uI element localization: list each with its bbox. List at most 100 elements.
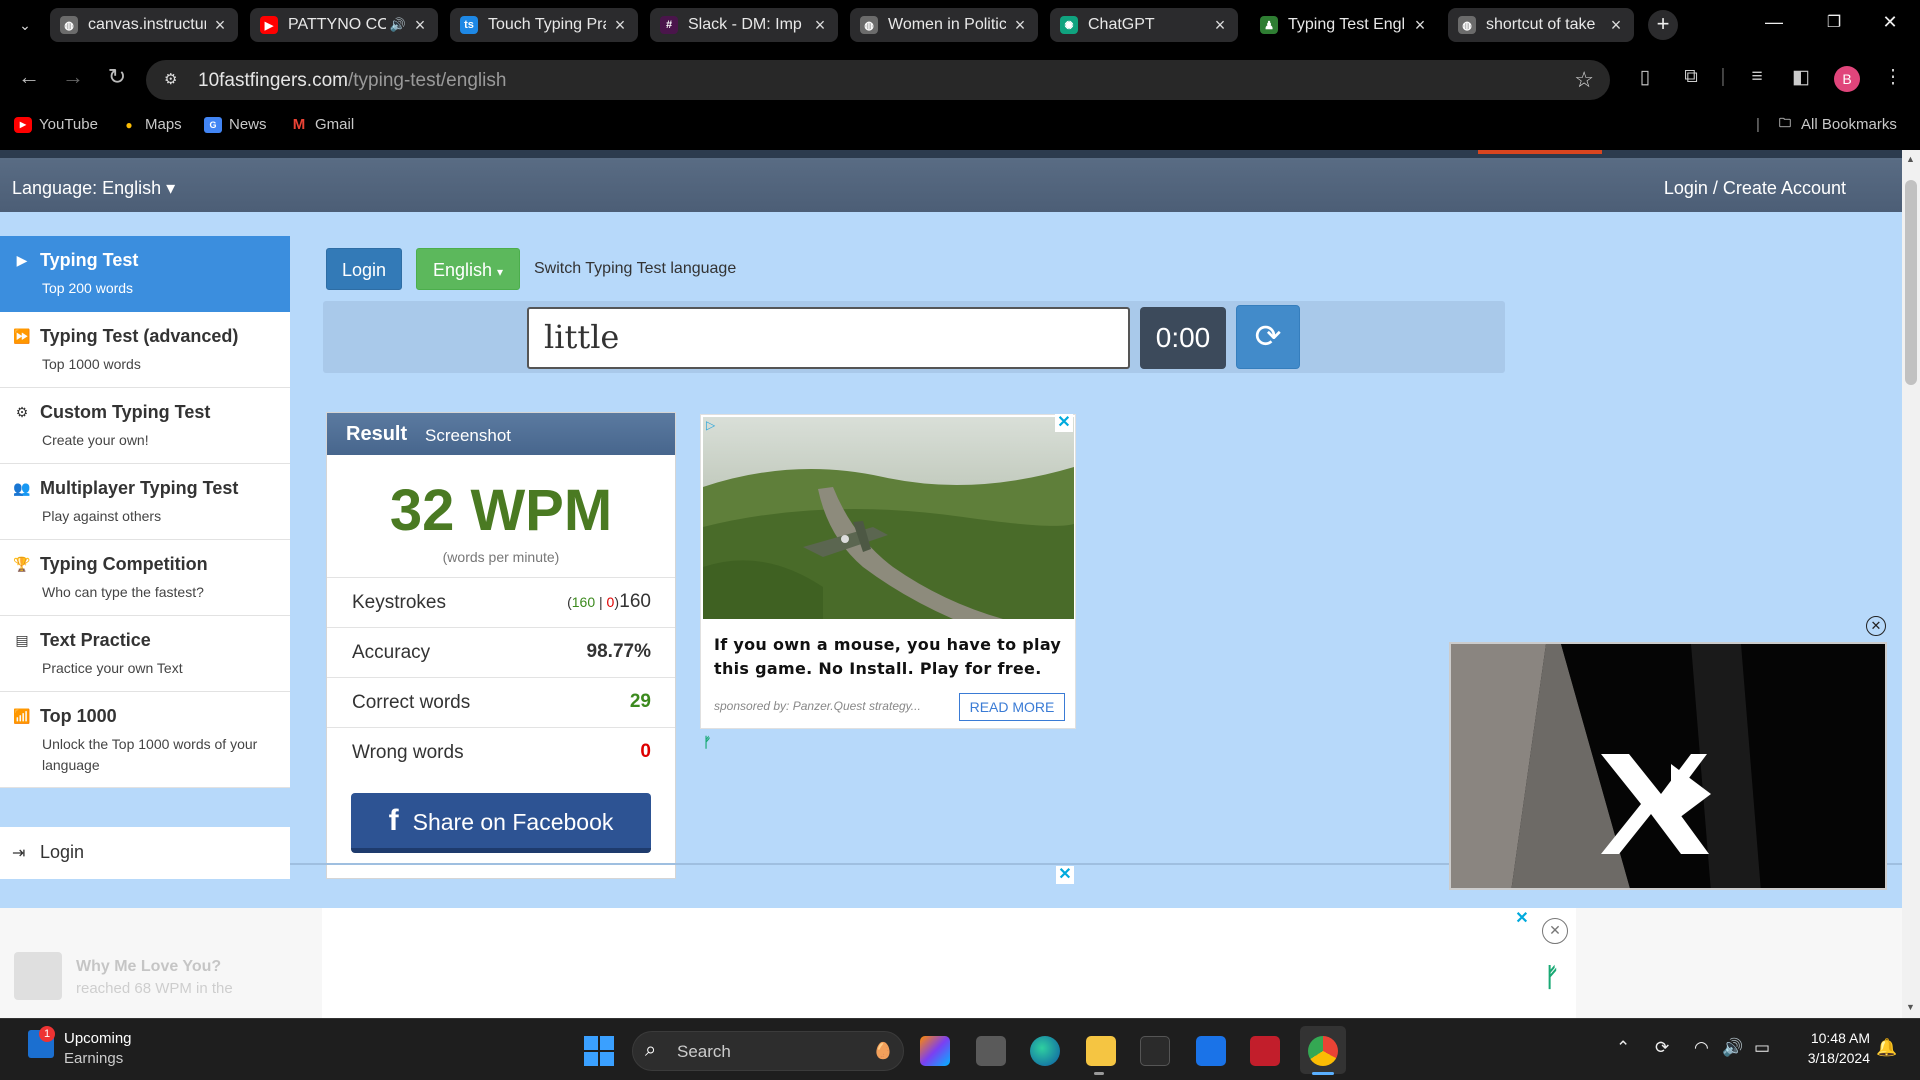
language-menu[interactable]: Language: English ▾ [12,178,175,199]
widgets-badge: 1 [39,1026,55,1042]
tab-close-icon[interactable]: × [1608,15,1624,36]
cogs-icon: ⚙ [15,404,29,420]
tab-close-icon[interactable]: × [1212,15,1228,36]
scroll-down-arrow-icon[interactable]: ▼ [1906,1002,1915,1012]
tab-close-icon[interactable]: × [812,15,828,36]
side-panel-icon[interactable]: ◧ [1788,66,1814,89]
menu-item[interactable]: ▤ Text Practice Practice your own Text [0,616,290,692]
tab-search-chevron-icon[interactable]: ⌄ [14,14,36,36]
users-icon: 👥 [13,480,31,496]
result-tab[interactable]: Result [346,423,407,446]
menu-item[interactable]: 📶 Top 1000 Unlock the Top 1000 words of yo… [0,692,290,788]
browser-tab[interactable]: ◍ shortcut of take × [1448,8,1634,42]
bottom-ad-close-icon[interactable]: ✕ [1513,910,1531,928]
result-header: Result Screenshot [327,413,675,455]
browser-tab[interactable]: ▶ PATTYNO CO 🔊 × [250,8,438,42]
browser-tab[interactable]: ◍ Women in Politic × [850,8,1038,42]
bookmark-maps[interactable]: ● Maps [120,116,181,133]
menu-item[interactable]: ▶ Typing Test Top 200 words [0,236,290,312]
microsoft-store-icon[interactable] [1140,1036,1170,1066]
menu-item[interactable]: 🏆 Typing Competition Who can type the fast… [0,540,290,616]
bookmark-news[interactable]: G News [204,116,267,133]
scroll-up-arrow-icon[interactable]: ▲ [1906,154,1915,164]
taskbar-search[interactable]: ⌕ Search 🥚 [632,1031,904,1071]
more-menu-icon[interactable]: ⋮ [1880,66,1906,89]
wifi-icon[interactable]: ◠ [1694,1038,1709,1058]
bookmark-gmail[interactable]: M Gmail [290,116,354,133]
menu-login[interactable]: ⇥ Login [0,827,290,879]
widgets-subtitle[interactable]: Earnings [64,1050,123,1067]
screenshot-tab[interactable]: Screenshot [425,426,511,446]
restart-button[interactable]: ⟳ [1236,305,1300,369]
widgets-title[interactable]: Upcoming [64,1030,132,1047]
page-scrollbar[interactable]: ▲ ▼ [1902,150,1920,1018]
bottom-advertisement[interactable] [322,908,1532,1018]
menu-item[interactable]: ⚙ Custom Typing Test Create your own! [0,388,290,464]
adchoices-icon[interactable]: ▷ [706,418,722,434]
login-button[interactable]: Login [326,248,402,290]
video-close-icon[interactable]: ✕ [1866,616,1886,636]
reload-icon[interactable]: ↻ [102,64,132,90]
ad-image[interactable] [703,417,1074,619]
screen-recorder-icon[interactable] [1250,1036,1280,1066]
browser-tab[interactable]: # Slack - DM: Imp × [650,8,838,42]
tab-close-icon[interactable]: × [412,15,428,36]
clock-date[interactable]: 3/18/2024 [1796,1050,1870,1066]
browser-tab[interactable]: ♟ Typing Test Engl × [1250,8,1438,42]
tab-close-icon[interactable]: × [612,15,628,36]
menu-item-subtitle: Top 200 words [42,280,134,296]
language-dropdown[interactable]: English ▾ [416,248,520,290]
forward-icon[interactable]: → [58,64,88,90]
ad-headline[interactable]: If you own a mouse, you have to play thi… [714,633,1064,681]
copilot-icon[interactable] [920,1036,950,1066]
menu-item[interactable]: ⏩ Typing Test (advanced) Top 1000 words [0,312,290,388]
ad-read-more-button[interactable]: READ MORE [959,693,1065,721]
reading-mode-icon[interactable]: ▯ [1632,66,1658,89]
profile-avatar[interactable]: B [1834,66,1860,92]
dismiss-circle-icon[interactable]: ✕ [1542,918,1568,944]
chrome-icon[interactable] [1308,1036,1338,1066]
scrollbar-thumb[interactable] [1905,180,1917,385]
share-facebook-button[interactable]: f Share on Facebook [351,793,651,853]
all-bookmarks[interactable]: 🗀 All Bookmarks [1776,116,1897,133]
task-view-icon[interactable] [976,1036,1006,1066]
edge-icon[interactable] [1030,1036,1060,1066]
close-window-icon[interactable]: ✕ [1878,12,1902,33]
ad-close-icon[interactable]: ✕ [1055,414,1073,432]
browser-tab[interactable]: ts Touch Typing Pra × [450,8,638,42]
media-control-icon[interactable]: ≡ [1744,66,1770,88]
tray-overflow-icon[interactable]: ⌃ [1616,1038,1630,1058]
tab-close-icon[interactable]: × [212,15,228,36]
browser-tab[interactable]: ◍ canvas.instructure × [50,8,238,42]
file-explorer-icon[interactable] [1086,1036,1116,1066]
site-info-icon[interactable]: ⚙ [164,70,177,88]
browser-tab[interactable]: ✺ ChatGPT × [1050,8,1238,42]
bookmark-youtube[interactable]: ▶ YouTube [14,116,98,133]
video-player[interactable] [1449,642,1887,890]
advertisement[interactable]: If you own a mouse, you have to play thi… [700,414,1076,729]
volume-icon[interactable]: 🔊 [1722,1038,1743,1058]
notification-bell-icon[interactable]: 🔔 [1876,1038,1897,1058]
tab-title: shortcut of take [1486,16,1596,33]
tab-close-icon[interactable]: × [1412,15,1428,36]
tab-audio-icon[interactable]: 🔊 [390,17,406,33]
battery-icon[interactable]: ▭ [1754,1038,1770,1058]
login-create-account-link[interactable]: Login / Create Account [1664,178,1846,199]
sync-icon[interactable]: ⟳ [1655,1038,1669,1058]
restore-icon[interactable]: ❐ [1822,12,1846,32]
youtube-icon: ▶ [14,116,32,133]
url-text[interactable]: 10fastfingers.com/typing-test/english [198,70,506,92]
ad-close-icon-2[interactable]: ✕ [1056,866,1074,884]
bookmark-star-icon[interactable]: ☆ [1574,67,1594,93]
new-tab-button[interactable]: + [1648,10,1678,40]
minimize-icon[interactable]: — [1762,12,1786,33]
clock-time[interactable]: 10:48 AM [1800,1030,1870,1046]
back-icon[interactable]: ← [14,64,44,90]
tab-close-icon[interactable]: × [1012,15,1028,36]
extensions-icon[interactable]: ⧉ [1678,66,1704,88]
mail-icon[interactable] [1196,1036,1226,1066]
windows-start-icon[interactable] [584,1036,614,1066]
menu-item[interactable]: 👥 Multiplayer Typing Test Play against oth… [0,464,290,540]
typing-input[interactable]: little [527,307,1130,369]
address-bar[interactable]: ⚙ 10fastfingers.com/typing-test/english … [146,60,1610,100]
